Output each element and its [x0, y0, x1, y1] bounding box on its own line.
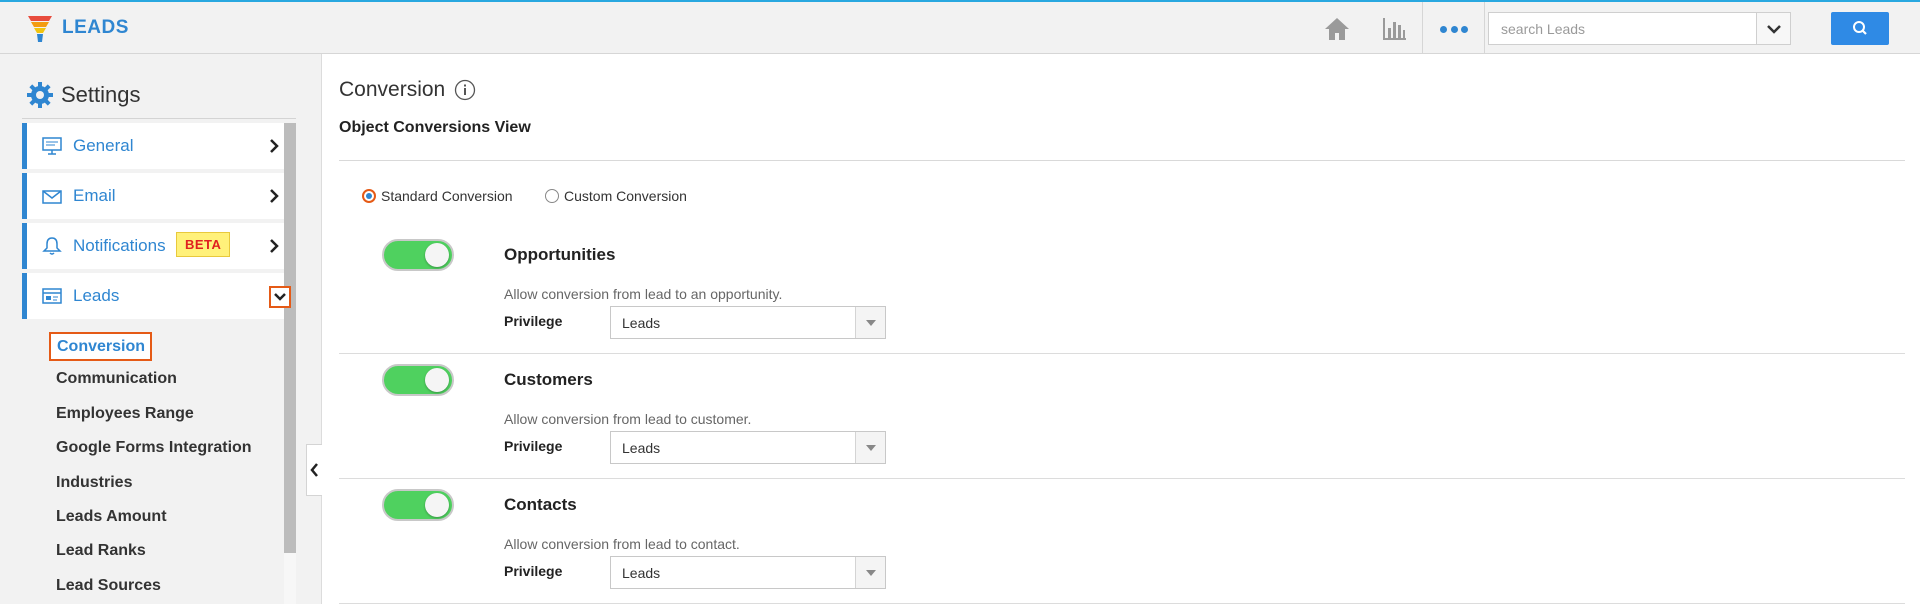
section-title: Object Conversions View	[339, 119, 531, 136]
privilege-select[interactable]: Leads	[610, 556, 886, 589]
leads-icon	[42, 288, 62, 304]
conversion-name: Opportunities	[504, 245, 616, 264]
search-dropdown-button[interactable]	[1756, 13, 1790, 44]
sidebar-item-label: Email	[73, 186, 116, 205]
privilege-value: Leads	[622, 315, 661, 331]
conversion-name: Customers	[504, 370, 593, 389]
subitem-communication[interactable]: Communication	[56, 370, 177, 388]
subitem-google-forms-integration[interactable]: Google Forms Integration	[56, 439, 252, 457]
sidebar-item-general[interactable]: General	[22, 123, 284, 169]
conversion-description: Allow conversion from lead to customer.	[504, 411, 752, 427]
chevron-right-icon	[270, 189, 279, 203]
standard-conversion-radio[interactable]: Standard Conversion	[362, 188, 513, 204]
privilege-select[interactable]: Leads	[610, 306, 886, 339]
subitem-lead-sources[interactable]: Lead Sources	[56, 577, 161, 595]
sidebar-item-label: General	[73, 136, 134, 155]
dropdown-arrow-icon[interactable]	[855, 432, 885, 463]
beta-badge: BETA	[176, 232, 231, 257]
settings-sidebar: Settings General Email Notifications BET…	[0, 54, 322, 604]
search-button[interactable]	[1831, 12, 1889, 45]
bell-icon	[42, 237, 62, 255]
scrollbar-thumb[interactable]	[284, 123, 296, 553]
privilege-label: Privilege	[504, 563, 563, 579]
funnel-logo-icon[interactable]	[27, 14, 53, 44]
sidebar-item-label: Leads	[73, 286, 120, 305]
envelope-icon	[42, 190, 62, 204]
contacts-toggle[interactable]	[382, 489, 454, 521]
divider	[1422, 2, 1423, 54]
page-title: Conversion	[339, 78, 446, 101]
divider	[1484, 2, 1485, 54]
main-content: Conversion Object Conversions View Stand…	[322, 54, 1920, 604]
privilege-value: Leads	[622, 565, 661, 581]
more-options-icon[interactable]	[1440, 26, 1468, 34]
info-icon[interactable]	[454, 79, 476, 101]
sidebar-item-email[interactable]: Email	[22, 173, 284, 219]
conversion-row-customers: Customers Allow conversion from lead to …	[339, 354, 1905, 479]
chevron-right-icon	[270, 139, 279, 153]
chevron-down-icon	[274, 293, 286, 301]
divider	[22, 118, 296, 119]
sidebar-item-leads[interactable]: Leads	[22, 273, 291, 319]
subitem-industries[interactable]: Industries	[56, 474, 132, 492]
radio-checked-icon[interactable]	[362, 189, 376, 203]
leads-collapse-button[interactable]	[269, 286, 291, 308]
subitem-label: Conversion	[57, 338, 146, 355]
sidebar-item-label: Notifications	[73, 236, 166, 255]
custom-conversion-radio[interactable]: Custom Conversion	[545, 188, 687, 204]
privilege-label: Privilege	[504, 313, 563, 329]
privilege-select[interactable]: Leads	[610, 431, 886, 464]
sidebar-item-notifications[interactable]: Notifications BETA	[22, 223, 284, 269]
conversion-row-opportunities: Opportunities Allow conversion from lead…	[339, 229, 1905, 354]
sidebar-title: Settings	[61, 82, 141, 107]
bar-chart-icon[interactable]	[1380, 16, 1408, 42]
privilege-value: Leads	[622, 440, 661, 456]
search-input[interactable]	[1489, 13, 1757, 44]
subitem-leads-amount[interactable]: Leads Amount	[56, 508, 167, 526]
radio-label: Standard Conversion	[381, 188, 513, 204]
chevron-down-icon	[1767, 25, 1781, 34]
monitor-icon	[42, 137, 62, 155]
conversion-name: Contacts	[504, 495, 577, 514]
search-box	[1488, 12, 1791, 45]
search-icon	[1853, 21, 1867, 35]
conversion-row-contacts: Contacts Allow conversion from lead to c…	[339, 479, 1905, 604]
privilege-label: Privilege	[504, 438, 563, 454]
conversion-description: Allow conversion from lead to an opportu…	[504, 286, 783, 302]
conversion-description: Allow conversion from lead to contact.	[504, 536, 740, 552]
divider	[339, 160, 1905, 161]
subitem-lead-ranks[interactable]: Lead Ranks	[56, 542, 146, 560]
top-bar: LEADS	[0, 0, 1920, 54]
home-icon[interactable]	[1323, 16, 1351, 42]
chevron-left-icon	[310, 463, 318, 477]
app-name[interactable]: LEADS	[62, 17, 129, 39]
radio-unchecked-icon[interactable]	[545, 189, 559, 203]
gear-icon	[27, 82, 53, 108]
radio-label: Custom Conversion	[564, 188, 687, 204]
customers-toggle[interactable]	[382, 364, 454, 396]
subitem-employees-range[interactable]: Employees Range	[56, 405, 194, 423]
subitem-conversion[interactable]: Conversion	[49, 332, 152, 361]
dropdown-arrow-icon[interactable]	[855, 557, 885, 588]
collapse-sidebar-button[interactable]	[306, 444, 322, 496]
dropdown-arrow-icon[interactable]	[855, 307, 885, 338]
chevron-right-icon	[270, 239, 279, 253]
opportunities-toggle[interactable]	[382, 239, 454, 271]
